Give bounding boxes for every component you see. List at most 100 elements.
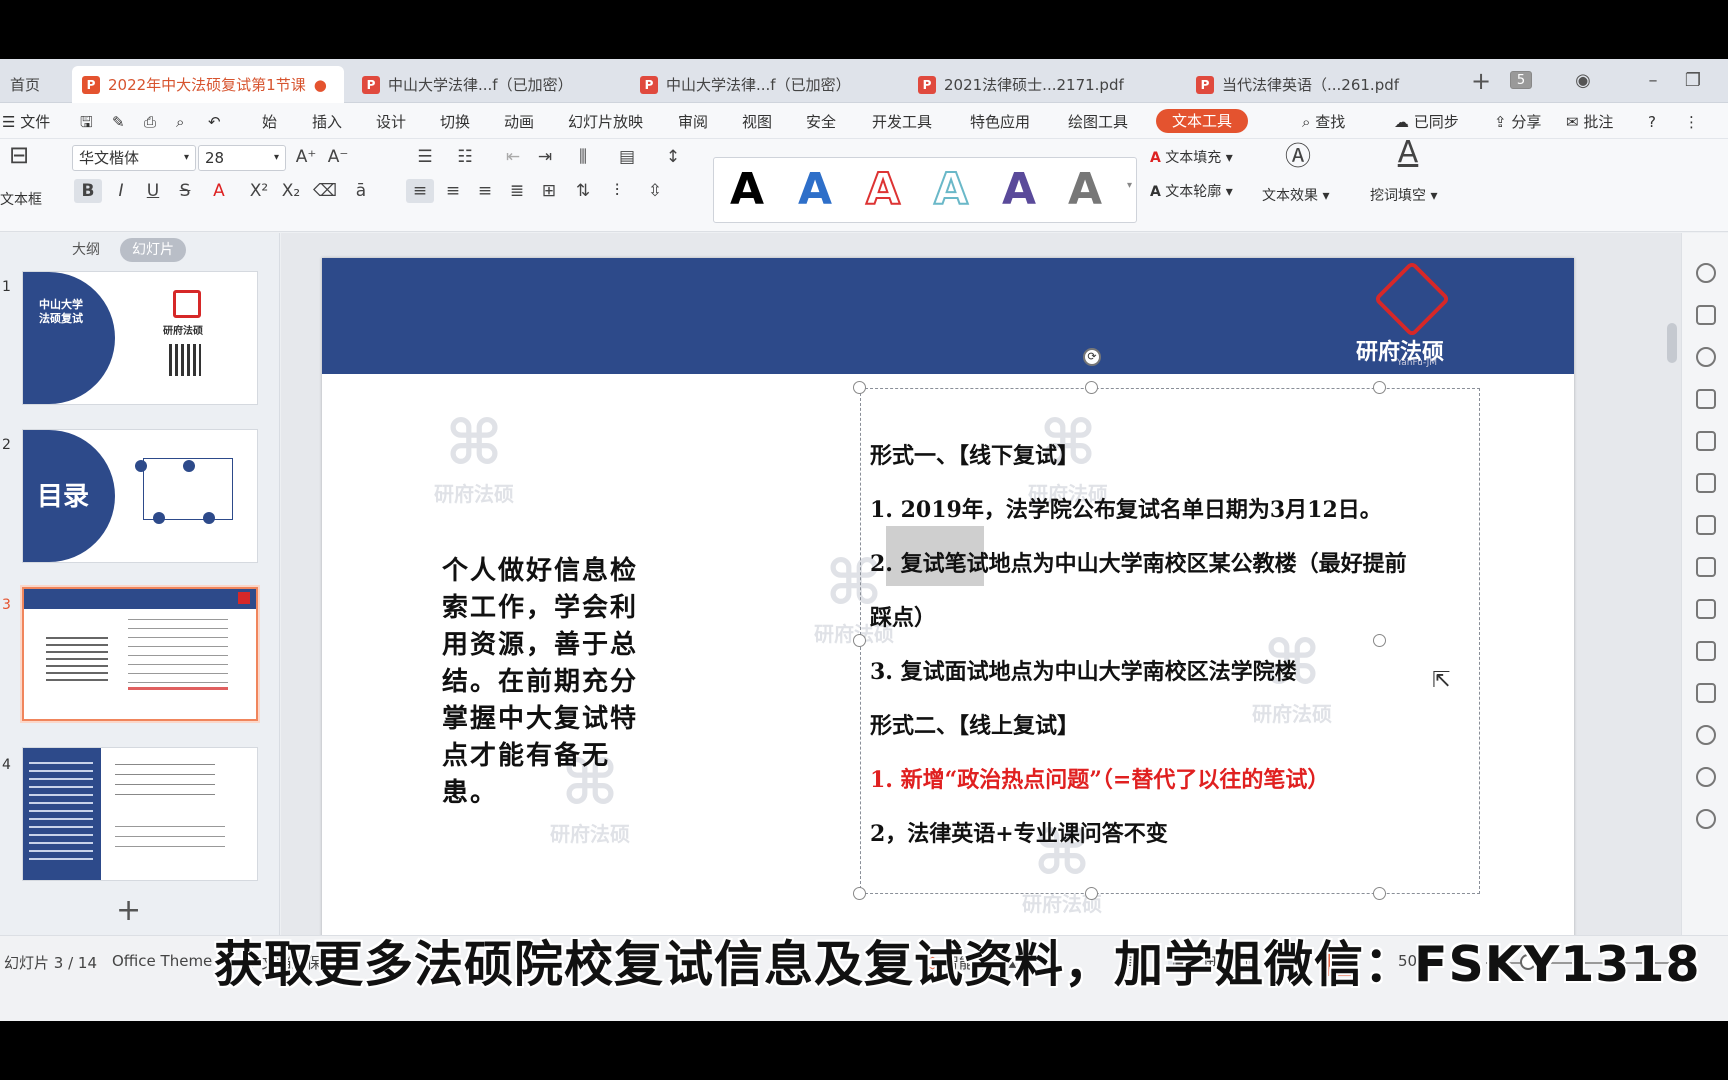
table-icon[interactable] xyxy=(1696,599,1716,619)
audio-icon[interactable] xyxy=(1696,683,1716,703)
wordart-style-purple[interactable]: A xyxy=(1002,164,1036,215)
preview-icon[interactable]: ⌕ xyxy=(176,110,184,134)
align-text-icon[interactable]: ▤ xyxy=(610,145,644,169)
menu-transition[interactable]: 切换 xyxy=(440,110,470,134)
resize-handle-b[interactable] xyxy=(1085,887,1098,900)
layout-icon[interactable] xyxy=(1696,515,1716,535)
text-effect-button[interactable]: 文本效果 ▾ xyxy=(1262,185,1329,205)
tab-home[interactable]: 首页 xyxy=(0,66,70,103)
tab-document[interactable]: P 当代法律英语（...261.pdf xyxy=(1186,66,1456,103)
magic-icon[interactable] xyxy=(1696,263,1716,283)
brush-icon[interactable] xyxy=(1696,389,1716,409)
outdent-icon[interactable]: ⇤ xyxy=(500,145,526,169)
minimize-icon[interactable]: – xyxy=(1636,67,1670,95)
decrease-font-icon[interactable]: A⁻ xyxy=(326,145,350,169)
cloze-icon[interactable]: A xyxy=(1390,138,1426,168)
theme-name[interactable]: Office Theme xyxy=(112,952,212,970)
tab-document[interactable]: P 2021法律硕士...2171.pdf xyxy=(908,66,1178,103)
current-slide[interactable]: 研府法硕 YanFu-JM ⌘ 研府法硕 ⌘ 研府法硕 ⌘ 研府法硕 ⌘ 研府法硕 ⌘ 研… xyxy=(322,258,1574,938)
strikethrough-button[interactable]: S xyxy=(172,179,198,203)
chart-icon[interactable] xyxy=(1696,431,1716,451)
wordart-style-teal-outline[interactable]: A xyxy=(933,163,969,216)
animation-icon[interactable] xyxy=(1696,725,1716,745)
sync-button[interactable]: ☁ 已同步 xyxy=(1394,110,1459,134)
text-direction-icon[interactable]: ⫼ xyxy=(566,145,600,169)
menu-developer[interactable]: 开发工具 xyxy=(872,110,932,134)
menu-security[interactable]: 安全 xyxy=(806,110,836,134)
format-painter-icon[interactable]: ✎ xyxy=(112,110,125,134)
slide-thumbnail-4[interactable] xyxy=(22,747,258,881)
menu-animation[interactable]: 动画 xyxy=(504,110,534,134)
underline-button[interactable]: U xyxy=(140,179,166,203)
new-tab-button[interactable]: + xyxy=(1464,67,1498,95)
text-effect-icon[interactable]: Ⓐ xyxy=(1280,144,1316,170)
menu-slideshow[interactable]: 幻灯片放映 xyxy=(568,110,643,134)
menu-features[interactable]: 特色应用 xyxy=(970,110,1030,134)
tab-count-button[interactable]: 5 xyxy=(1504,67,1538,95)
menu-view[interactable]: 视图 xyxy=(742,110,772,134)
adjust-icon[interactable] xyxy=(1696,473,1716,493)
resize-handle-tl[interactable] xyxy=(853,381,866,394)
menu-insert[interactable]: 插入 xyxy=(312,110,342,134)
menu-drawing-tools[interactable]: 绘图工具 xyxy=(1068,110,1128,134)
shape-icon[interactable] xyxy=(1696,347,1716,367)
menu-review[interactable]: 审阅 xyxy=(678,110,708,134)
account-icon[interactable]: ◉ xyxy=(1566,67,1600,95)
search-button[interactable]: ⌕ 查找 xyxy=(1302,110,1345,134)
phonetic-button[interactable]: ā xyxy=(346,179,376,203)
rotate-handle-icon[interactable]: ⟳ xyxy=(1083,348,1101,366)
resize-handle-t[interactable] xyxy=(1085,381,1098,394)
font-size-select[interactable]: 28 ▾ xyxy=(198,145,286,171)
slide-thumbnail-1[interactable]: 中山大学 法硕复试 研府法硕 xyxy=(22,271,258,405)
menu-file[interactable]: ☰ 文件 xyxy=(2,110,50,134)
undo-icon[interactable]: ↶ xyxy=(208,110,221,134)
bullet-list-icon[interactable]: ☰ xyxy=(408,145,442,169)
format-pane-icon[interactable] xyxy=(1696,305,1716,325)
help-icon[interactable]: ? xyxy=(1648,110,1656,134)
help-circle-icon[interactable] xyxy=(1696,809,1716,829)
resize-handle-bl[interactable] xyxy=(853,887,866,900)
increase-font-icon[interactable]: A⁺ xyxy=(294,145,318,169)
font-color-button[interactable]: A xyxy=(204,179,234,203)
edit-icon[interactable] xyxy=(1696,557,1716,577)
resize-handle-tr[interactable] xyxy=(1373,381,1386,394)
wordart-style-blue[interactable]: A xyxy=(798,164,832,215)
align-center-button[interactable]: ≡ xyxy=(440,179,466,203)
tab-current-presentation[interactable]: P 2022年中大法硕复试第1节课 ● xyxy=(72,66,344,103)
resize-handle-r[interactable] xyxy=(1373,634,1386,647)
image-icon[interactable] xyxy=(1696,641,1716,661)
comment-button[interactable]: ✉ 批注 xyxy=(1566,110,1613,134)
resize-handle-br[interactable] xyxy=(1373,887,1386,900)
italic-button[interactable]: I xyxy=(108,179,134,203)
tab-document[interactable]: P 中山大学法律...f（已加密） xyxy=(630,66,900,103)
numbered-list-icon[interactable]: ☷ xyxy=(448,145,482,169)
column-icon[interactable]: ⫶ xyxy=(604,179,630,203)
wordart-style-black[interactable]: A xyxy=(730,164,764,215)
print-icon[interactable]: ⎙ xyxy=(144,110,156,134)
subscript-button[interactable]: X₂ xyxy=(278,179,304,203)
share-button[interactable]: ⇪ 分享 xyxy=(1494,110,1541,134)
text-fill-button[interactable]: A 文本填充 ▾ xyxy=(1150,147,1233,167)
add-slide-button[interactable]: + xyxy=(116,893,141,928)
menu-text-tools[interactable]: 文本工具 xyxy=(1156,109,1249,133)
wordart-style-gray[interactable]: A xyxy=(1068,164,1102,215)
distribute-button[interactable]: ⊞ xyxy=(536,179,562,203)
resize-handle-l[interactable] xyxy=(853,634,866,647)
text-outline-button[interactable]: A 文本轮廓 ▾ xyxy=(1150,181,1233,201)
slide-thumbnail-2[interactable]: 目录 xyxy=(22,429,258,563)
tab-document[interactable]: P 中山大学法律...f（已加密） xyxy=(352,66,622,103)
textbox-icon[interactable]: ⊟ xyxy=(4,143,34,167)
align-left-button[interactable]: ≡ xyxy=(406,179,434,203)
menu-design[interactable]: 设计 xyxy=(376,110,406,134)
spacing-options-icon[interactable]: ⇳ xyxy=(638,179,672,203)
bold-button[interactable]: B xyxy=(74,179,102,203)
textbox-button[interactable]: 文本框 xyxy=(0,189,42,209)
menu-start[interactable]: 始 xyxy=(262,110,277,134)
save-icon[interactable]: 🖫 xyxy=(80,110,93,134)
vertical-scrollbar[interactable] xyxy=(1667,323,1677,363)
wordart-style-red-outline[interactable]: A xyxy=(865,163,901,216)
slide-left-textbox[interactable]: 个人做好信息检索工作，学会利用资源，善于总结。在前期充分掌握中大复试特点才能有备… xyxy=(442,553,652,812)
tab-outline[interactable]: 大纲 xyxy=(60,238,112,262)
paragraph-spacing-icon[interactable]: ⇅ xyxy=(570,179,596,203)
cloze-button[interactable]: 挖词填空 ▾ xyxy=(1370,185,1437,205)
